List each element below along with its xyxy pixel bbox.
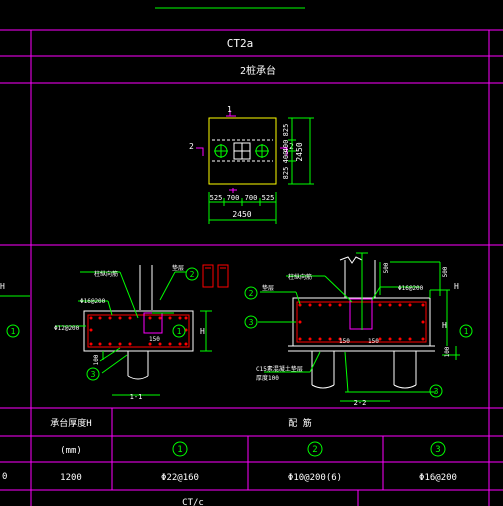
s2-height-h: H [442,321,447,330]
plan-dim-v-c: 400 [282,151,290,164]
table-reinf-no-3: 3 [435,445,440,455]
table-frame [0,29,503,506]
plan-dim-v-b: 400 [282,140,290,153]
s2-label-pad: 垫层 [262,284,274,292]
left-edge-fragment: H 1 0 [0,282,30,482]
s1-callout-3: 3 [91,370,96,379]
s1-label-column-rebar: 柱纵向筋 [94,270,118,278]
svg-text:1: 1 [227,105,232,114]
s1-label-pad: 垫层 [172,264,184,272]
s2-height: H [454,282,459,291]
table-reinf-header: 配 筋 [288,417,311,429]
header-title: CT2a [227,37,254,50]
plan-dimensions [208,117,314,224]
table-reinf-no-1: 1 [177,445,182,455]
s1-dim-100: 100 [93,354,100,365]
svg-text:1: 1 [11,327,16,336]
s2-callout-3: 3 [249,318,254,327]
plan-dim-h-b: 700 [227,194,240,202]
table-reinf-3: Φ16@200 [419,473,457,483]
s1-height: H [200,327,205,336]
svg-text:H: H [0,282,5,291]
s2-dim-150b: 150 [368,338,379,345]
table-reinf-2: Φ10@200(6) [288,473,342,483]
s1-callout-1: 1 [177,327,182,336]
plan-dim-total-v: 2450 [295,142,304,161]
s2-callout-2: 2 [249,289,254,298]
header-subtitle: 2桩承台 [240,64,276,77]
s1-rebar-a: Φ16@200 [80,298,106,305]
table-height-unit: (mm) [60,446,82,456]
rebar-sketch-icon [202,264,229,288]
s2-dim-500a: 500 [383,262,390,273]
table-reinf-no-2: 2 [312,445,317,455]
s2-caption: 2-2 [354,399,367,407]
s2-rebar: Φ16@200 [398,285,424,292]
svg-text:2: 2 [189,142,194,151]
s2-note-a: C15素混凝土垫层 [256,365,303,373]
s2-note-b: 厚度100 [256,374,279,382]
s1-caption: 1-1 [130,393,143,401]
plan-dim-v-d: 825 [282,167,290,180]
svg-text:0: 0 [2,472,7,482]
pile-cap-plan: 1 2 2 [189,105,294,193]
s2-callout-1: 1 [464,327,469,336]
plan-dim-v-a: 825 [282,124,290,137]
s2-dim-150a: 150 [339,338,350,345]
footer-title: CT/c [182,498,204,506]
table-height-header: 承台厚度H [50,417,91,429]
s1-dim-150: 150 [149,336,160,343]
section-2-2: 柱纵向筋 垫层 Φ16@200 500 500 150 150 100 H C1… [244,252,473,407]
s2-callout-3b: 3 [434,387,439,396]
plan-dim-h-c: 700 [245,194,258,202]
section-1-1: 柱纵向筋 垫层 Φ16@200 Φ12@200 150 100 H 1-1 2 … [54,264,229,401]
cad-drawing: CT2a 2桩承台 1 2 2 2450 825 400 400 825 525… [0,7,503,506]
table-height-value: 1200 [60,473,82,483]
s2-label-column-rebar: 柱纵向筋 [288,273,312,281]
plan-dim-h-total: 2450 [232,210,251,219]
plan-dim-h-d: 525 [262,194,275,202]
table-reinf-1: Φ22@160 [161,473,199,483]
plan-dim-h-a: 525 [210,194,223,202]
s2-dim-100: 100 [444,346,451,357]
s1-callout-2: 2 [190,270,195,279]
s2-dim-500b: 500 [442,266,449,277]
s1-rebar-b: Φ12@200 [54,325,80,332]
